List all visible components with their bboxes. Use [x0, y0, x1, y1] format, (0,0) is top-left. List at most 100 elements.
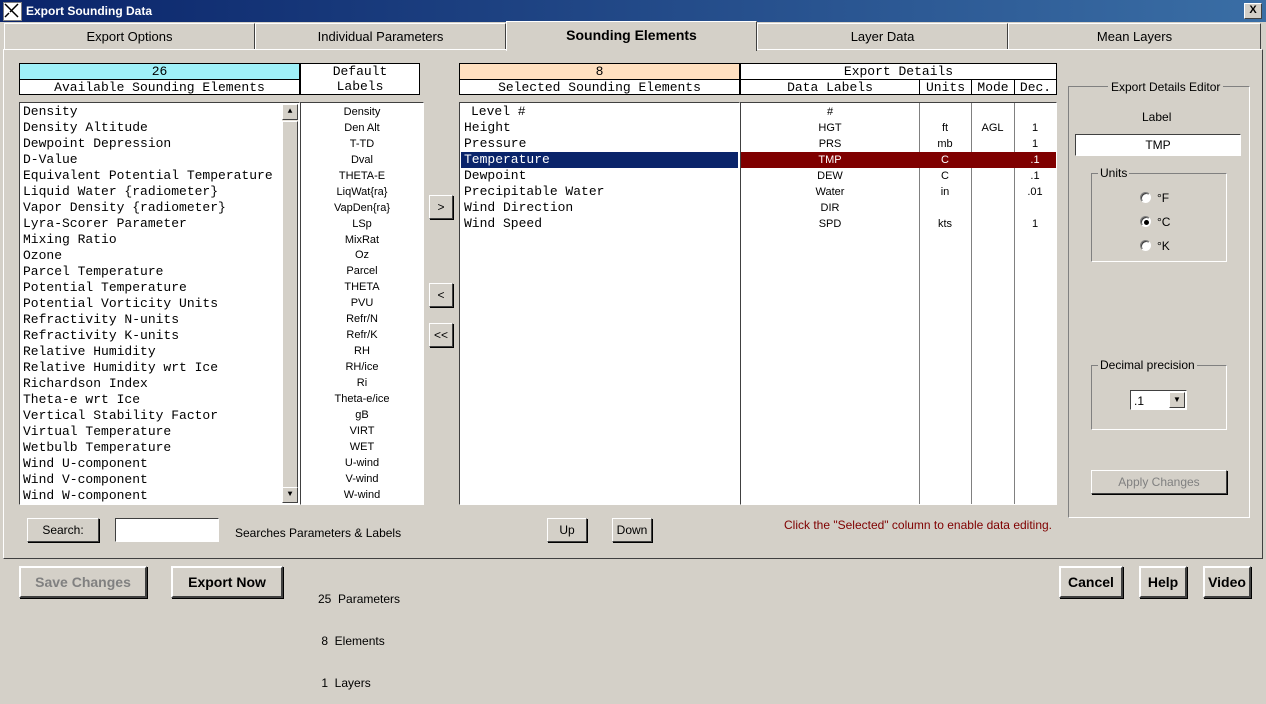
details-row[interactable]: PRS mb 1	[741, 136, 1056, 152]
selected-item[interactable]: Dewpoint	[461, 168, 738, 184]
default-label-item[interactable]: VIRT	[301, 423, 423, 439]
default-label-item[interactable]: RH/ice	[301, 359, 423, 375]
details-mode-cell[interactable]: AGL	[971, 120, 1014, 136]
default-label-item[interactable]: PVU	[301, 295, 423, 311]
available-item[interactable]: Vapor Density {radiometer}	[23, 200, 285, 216]
details-dec-cell[interactable]: 1	[1014, 216, 1056, 232]
video-button[interactable]: Video	[1203, 566, 1251, 598]
selected-list[interactable]: Level # Height Pressure Temperature Dewpoint…	[459, 102, 740, 505]
available-list[interactable]: Density Density Altitude Dewpoint Depressi…	[19, 102, 300, 505]
default-label-item[interactable]: gB	[301, 407, 423, 423]
details-units-cell[interactable]: in	[919, 184, 971, 200]
scroll-thumb[interactable]	[282, 121, 298, 501]
details-row[interactable]: DIR	[741, 200, 1056, 216]
available-item[interactable]: Mixing Ratio	[23, 232, 285, 248]
available-item[interactable]: Equivalent Potential Temperature	[23, 168, 285, 184]
selected-item[interactable]: Temperature	[461, 152, 738, 168]
default-label-item[interactable]: Refr/N	[301, 311, 423, 327]
default-labels-list[interactable]: Density Den Alt T-TD Dval THETA-E LiqWat{ra} V…	[300, 102, 424, 505]
unit-k-radio[interactable]	[1140, 240, 1151, 251]
default-label-item[interactable]: VapDen{ra}	[301, 200, 423, 216]
scroll-down-icon[interactable]: ▼	[282, 487, 298, 503]
details-dec-cell[interactable]: .1	[1014, 168, 1056, 184]
details-dec-cell[interactable]: .01	[1014, 184, 1056, 200]
available-item[interactable]: Virtual Temperature	[23, 424, 285, 440]
selected-item[interactable]: Level #	[461, 104, 738, 120]
details-label-cell[interactable]: DEW	[741, 168, 919, 184]
details-units-cell[interactable]: kts	[919, 216, 971, 232]
details-units-cell[interactable]: ft	[919, 120, 971, 136]
details-row[interactable]: Water in .01	[741, 184, 1056, 200]
details-label-cell[interactable]: HGT	[741, 120, 919, 136]
cancel-button[interactable]: Cancel	[1059, 566, 1123, 598]
available-item[interactable]: Liquid Water {radiometer}	[23, 184, 285, 200]
move-down-button[interactable]: Down	[612, 518, 652, 542]
scroll-up-icon[interactable]: ▲	[282, 104, 298, 120]
default-label-item[interactable]: THETA	[301, 279, 423, 295]
details-row[interactable]: DEW C .1	[741, 168, 1056, 184]
available-item[interactable]: Density Altitude	[23, 120, 285, 136]
available-item[interactable]: Richardson Index	[23, 376, 285, 392]
default-label-item[interactable]: Den Alt	[301, 120, 423, 136]
remove-element-button[interactable]: <	[429, 283, 453, 307]
default-label-item[interactable]: Dval	[301, 152, 423, 168]
search-button[interactable]: Search:	[27, 518, 99, 542]
available-item[interactable]: Parcel Temperature	[23, 264, 285, 280]
details-label-cell[interactable]: Water	[741, 184, 919, 200]
selected-item[interactable]: Wind Direction	[461, 200, 738, 216]
available-item[interactable]: Wetbulb Temperature	[23, 440, 285, 456]
details-row[interactable]: TMP C .1	[741, 152, 1056, 168]
available-item[interactable]: Wind U-component	[23, 456, 285, 472]
add-element-button[interactable]: >	[429, 195, 453, 219]
default-label-item[interactable]: RH	[301, 343, 423, 359]
available-item[interactable]: Dewpoint Depression	[23, 136, 285, 152]
details-units-cell[interactable]: C	[919, 168, 971, 184]
move-up-button[interactable]: Up	[547, 518, 587, 542]
details-label-cell[interactable]: PRS	[741, 136, 919, 152]
available-item[interactable]: Ozone	[23, 248, 285, 264]
default-label-item[interactable]: Oz	[301, 247, 423, 263]
default-label-item[interactable]: Theta-e/ice	[301, 391, 423, 407]
available-item[interactable]: Wind V-component	[23, 472, 285, 488]
available-item[interactable]: Refractivity K-units	[23, 328, 285, 344]
chevron-down-icon[interactable]: ▼	[1169, 392, 1185, 408]
details-dec-cell[interactable]: .1	[1014, 152, 1056, 168]
export-details-table[interactable]: # HGT ft AGL 1 PRS mb 1 TMP C .1 DEW C .1 Water in .01 DI…	[740, 102, 1057, 505]
precision-select[interactable]: .1 ▼	[1130, 390, 1187, 410]
available-scrollbar[interactable]: ▲ ▼	[282, 104, 298, 503]
available-item[interactable]: Wind W-component	[23, 488, 285, 504]
default-label-item[interactable]: V-wind	[301, 471, 423, 487]
available-item[interactable]: Lyra-Scorer Parameter	[23, 216, 285, 232]
details-row[interactable]: HGT ft AGL 1	[741, 120, 1056, 136]
details-label-cell[interactable]: DIR	[741, 200, 919, 216]
available-item[interactable]: Potential Temperature	[23, 280, 285, 296]
default-label-item[interactable]: THETA-E	[301, 168, 423, 184]
available-item[interactable]: Potential Vorticity Units	[23, 296, 285, 312]
default-label-item[interactable]: U-wind	[301, 455, 423, 471]
default-label-item[interactable]: Density	[301, 104, 423, 120]
default-label-item[interactable]: LiqWat{ra}	[301, 184, 423, 200]
default-label-item[interactable]: T-TD	[301, 136, 423, 152]
tab-export-options[interactable]: Export Options	[4, 23, 255, 50]
details-label-cell[interactable]: TMP	[741, 152, 919, 168]
tab-individual-parameters[interactable]: Individual Parameters	[255, 23, 506, 50]
available-item[interactable]: Relative Humidity wrt Ice	[23, 360, 285, 376]
help-button[interactable]: Help	[1139, 566, 1187, 598]
details-units-cell[interactable]: mb	[919, 136, 971, 152]
default-label-item[interactable]: W-wind	[301, 487, 423, 503]
unit-f-radio[interactable]	[1140, 192, 1151, 203]
available-item[interactable]: D-Value	[23, 152, 285, 168]
default-label-item[interactable]: MixRat	[301, 232, 423, 248]
save-changes-button[interactable]: Save Changes	[19, 566, 147, 598]
details-row[interactable]: #	[741, 104, 1056, 120]
tab-layer-data[interactable]: Layer Data	[757, 23, 1008, 50]
details-label-cell[interactable]: SPD	[741, 216, 919, 232]
available-item[interactable]: Refractivity N-units	[23, 312, 285, 328]
available-item[interactable]: Theta-e wrt Ice	[23, 392, 285, 408]
default-label-item[interactable]: Ri	[301, 375, 423, 391]
details-dec-cell[interactable]: 1	[1014, 120, 1056, 136]
label-input[interactable]: TMP	[1075, 134, 1241, 156]
unit-c-radio[interactable]	[1140, 216, 1151, 227]
remove-all-button[interactable]: <<	[429, 323, 453, 347]
available-item[interactable]: Density	[23, 104, 285, 120]
